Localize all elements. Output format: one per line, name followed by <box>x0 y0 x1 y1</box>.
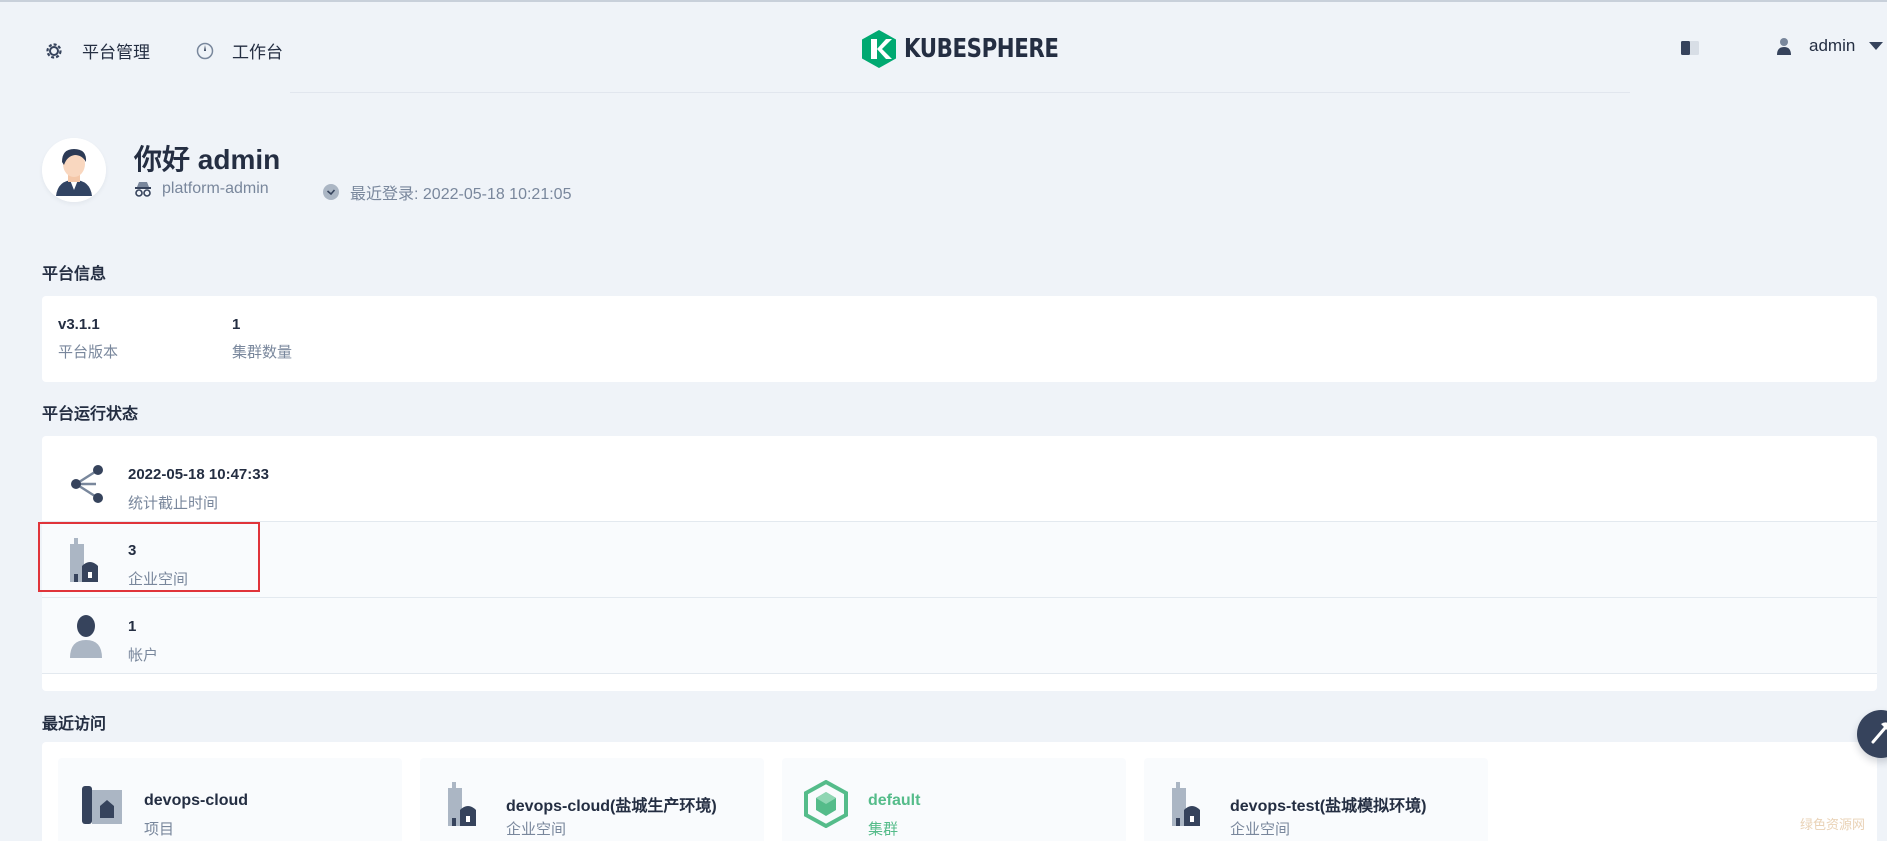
accounts-label: 帐户 <box>128 647 159 664</box>
platform-version-value: v3.1.1 <box>58 316 100 333</box>
stat-time-label: 统计截止时间 <box>128 495 219 512</box>
kubesphere-logo[interactable]: KUBESPHERE <box>862 30 1092 68</box>
greeting-title: 你好 admin <box>134 144 281 175</box>
recent-item-name: devops-cloud(盐城生产环境) <box>506 798 717 815</box>
recent-item-type: 企业空间 <box>506 821 567 838</box>
platform-status-card: 2022-05-18 10:47:33 统计截止时间 3 企业空间 1 帐户 <box>42 436 1877 691</box>
nav-platform-management[interactable]: 平台管理 <box>44 38 150 63</box>
project-icon <box>82 786 122 824</box>
toolbox-button[interactable] <box>1857 710 1887 758</box>
chevron-down-icon <box>1869 42 1884 50</box>
user-icon <box>70 615 102 658</box>
user-role-text: platform-admin <box>162 180 269 197</box>
kubesphere-logo-icon <box>862 30 896 68</box>
dashboard-icon <box>196 42 214 59</box>
cluster-icon <box>804 780 848 828</box>
workspace-icon <box>1172 782 1200 826</box>
status-row-accounts[interactable]: 1 帐户 <box>42 598 1877 674</box>
avatar[interactable] <box>42 138 106 202</box>
platform-version-label: 平台版本 <box>58 344 119 361</box>
watermark: 绿色资源网 <box>1800 817 1866 832</box>
recent-title: 最近访问 <box>42 716 107 733</box>
platform-info-title: 平台信息 <box>42 266 107 283</box>
accounts-value: 1 <box>128 618 137 635</box>
stat-time-value: 2022-05-18 10:47:33 <box>128 466 269 483</box>
cluster-count-value: 1 <box>232 316 241 333</box>
recent-item[interactable]: devops-test(盐城模拟环境) 企业空间 <box>1144 758 1488 841</box>
nav-workbench[interactable]: 工作台 <box>196 38 283 63</box>
hammer-icon <box>1871 722 1887 744</box>
recent-item-name: default <box>868 792 921 809</box>
platform-info-card: v3.1.1 平台版本 1 集群数量 <box>42 296 1877 382</box>
recent-item-type: 项目 <box>144 821 175 838</box>
platform-version: v3.1.1 平台版本 <box>58 316 118 362</box>
recent-item-name: devops-test(盐城模拟环境) <box>1230 798 1427 815</box>
last-login-text: 最近登录: 2022-05-18 10:21:05 <box>350 186 572 203</box>
workspace-icon <box>448 782 476 826</box>
documentation-icon[interactable] <box>1680 40 1700 61</box>
clock-icon <box>323 184 339 200</box>
share-nodes-icon <box>71 465 103 503</box>
recent-item-type: 企业空间 <box>1230 821 1291 838</box>
status-row-workspaces[interactable]: 3 企业空间 <box>42 522 1877 598</box>
logo-text: KUBESPHERE <box>904 34 1059 64</box>
recent-item-type: 集群 <box>868 821 899 838</box>
top-header: 平台管理 工作台 KUBESPHERE admin <box>0 2 1887 96</box>
recent-visits: devops-cloud 项目 devops-cloud(盐城生产环境) 企业空… <box>42 742 1877 841</box>
user-icon <box>1777 38 1791 55</box>
nav-workbench-label: 工作台 <box>232 43 283 62</box>
user-name: admin <box>1809 36 1856 55</box>
cluster-count: 1 集群数量 <box>232 316 292 362</box>
recent-item-name: devops-cloud <box>144 792 249 809</box>
cluster-count-label: 集群数量 <box>232 344 293 361</box>
user-menu[interactable]: admin <box>1777 36 1884 56</box>
recent-item[interactable]: default 集群 <box>782 758 1126 841</box>
gear-icon <box>46 42 62 59</box>
header-divider <box>290 92 1630 93</box>
incognito-icon <box>135 182 151 197</box>
user-role: platform-admin <box>134 180 269 198</box>
status-row-stat-time: 2022-05-18 10:47:33 统计截止时间 <box>42 446 1877 522</box>
nav-platform-label: 平台管理 <box>82 43 150 62</box>
last-login: 最近登录: 2022-05-18 10:21:05 <box>322 180 571 204</box>
platform-status-title: 平台运行状态 <box>42 406 139 423</box>
recent-item[interactable]: devops-cloud 项目 <box>58 758 402 841</box>
highlight-annotation <box>38 522 260 592</box>
recent-item[interactable]: devops-cloud(盐城生产环境) 企业空间 <box>420 758 764 841</box>
